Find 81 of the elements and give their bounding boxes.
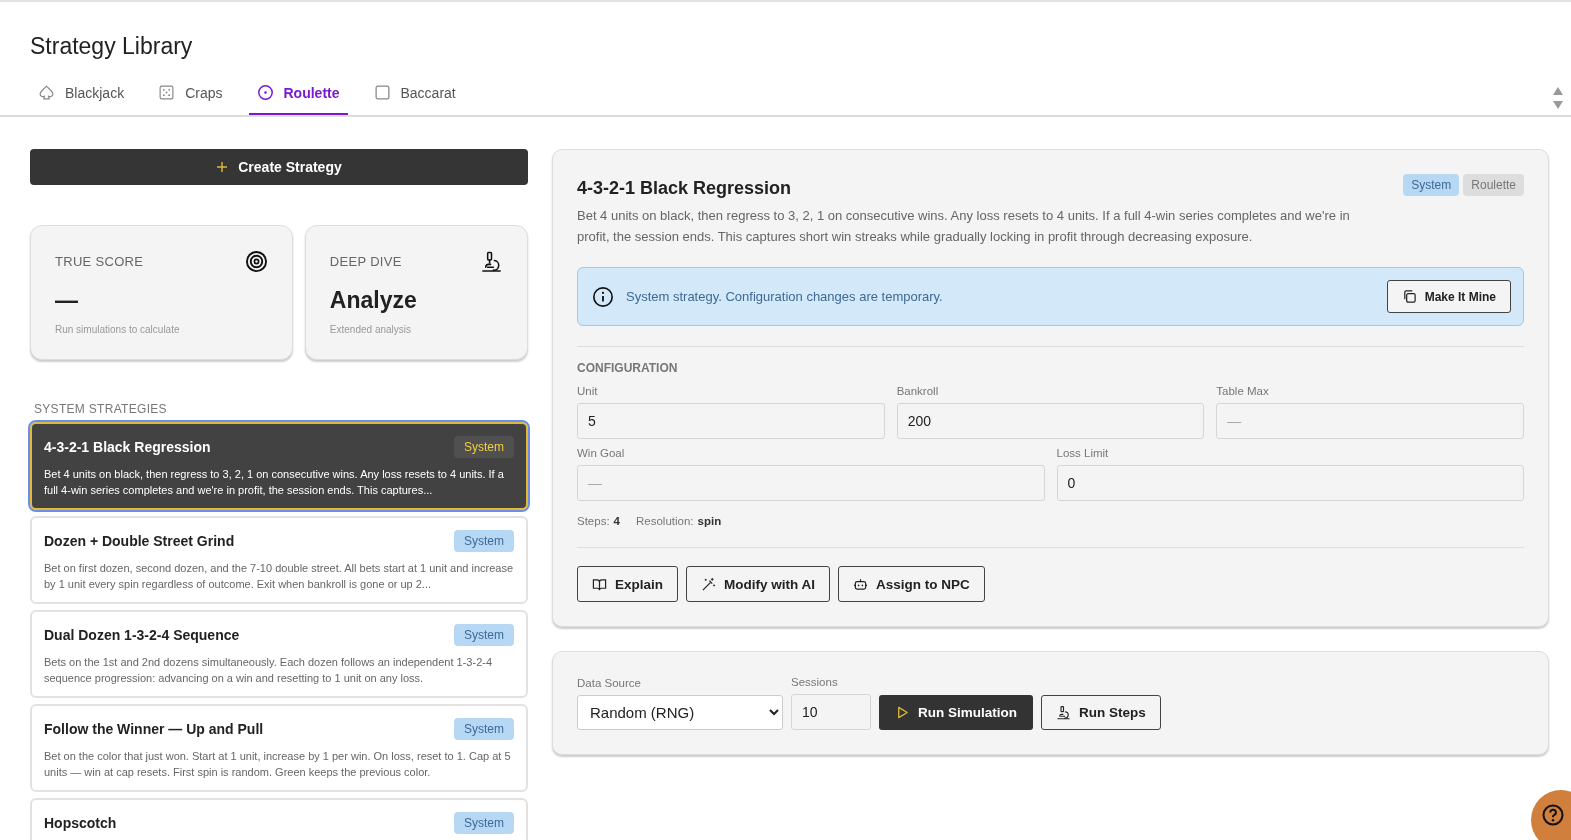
strategy-name: Dual Dozen 1-3-2-4 Sequence: [44, 627, 240, 643]
action-button[interactable]: Assign to NPC: [838, 566, 985, 602]
field-label: Table Max: [1216, 385, 1270, 397]
action-button[interactable]: Explain: [577, 566, 678, 602]
run-steps-button[interactable]: Run Steps: [1041, 695, 1161, 730]
roulette-icon: [256, 84, 274, 101]
robot-icon: [853, 576, 868, 592]
strategy-name: Follow the Winner — Up and Pull: [44, 721, 264, 737]
strategy-name: 4-3-2-1 Black Regression: [44, 439, 211, 455]
stat-label: TRUE SCORE: [55, 254, 144, 269]
strategy-item[interactable]: Hopscotch System: [30, 798, 528, 840]
microscope-icon: [1056, 705, 1071, 720]
tag: System: [1403, 174, 1460, 196]
strategy-description: Bets on the 1st and 2nd dozens simultaneously. Each dozen follows an independent 1-3-2-4 sequence progression: advancing on a win and resetting to 1 unit on any loss.: [44, 655, 494, 686]
system-badge: System: [454, 624, 514, 646]
strategy-item[interactable]: [30, 610, 528, 698]
action-button[interactable]: Modify with AI: [686, 566, 830, 602]
input-field[interactable]: 0: [1056, 465, 1524, 501]
create-strategy-button[interactable]: Create Strategy: [30, 149, 528, 185]
field-label: Loss Limit: [1056, 447, 1110, 459]
make-it-mine-button[interactable]: Make It Mine: [1386, 280, 1511, 313]
strategy-description: Bet on first dozen, second dozen, and the 7-10 double street. All bets start at 1 unit and increase by 1 unit every spin regardless of outcome. Exit when bankroll is gone or up 2...: [44, 561, 514, 592]
info-icon: [592, 285, 614, 308]
tab[interactable]: Baccarat: [365, 74, 464, 115]
book-icon: [592, 576, 607, 592]
tab[interactable]: Blackjack: [30, 74, 133, 115]
system-badge: System: [454, 812, 514, 834]
stat-card[interactable]: TRUE SCORE — Run simulations to calculate: [30, 225, 293, 360]
tag: Roulette: [1463, 174, 1524, 196]
stat-note: Extended analysis: [329, 324, 413, 335]
scroll-down-icon[interactable]: [1553, 101, 1563, 109]
system-badge: System: [454, 530, 514, 552]
system-badge: System: [454, 436, 514, 458]
input-field[interactable]: 200: [896, 403, 1205, 439]
stat-label: DEEP DIVE: [329, 254, 402, 269]
section-label: CONFIGURATION: [577, 361, 679, 375]
tab[interactable]: Roulette: [248, 74, 348, 115]
microscope-icon: [480, 250, 503, 273]
strategy-description: Bet 4 units on black, then regress to 3, 2, 1 on consecutive wins. Any loss resets to 4 units. If a full 4-win series completes and we're in profit, the session ends. This captures...: [44, 467, 505, 498]
sessions-field[interactable]: 10: [791, 694, 871, 730]
input-field[interactable]: —: [1216, 403, 1524, 439]
scroll-up-icon[interactable]: [1553, 87, 1563, 95]
spade-icon: [38, 84, 55, 101]
page-title: Strategy Library: [30, 32, 194, 60]
field-label: Win Goal: [577, 447, 626, 459]
stat-value: —: [55, 287, 79, 314]
card-icon: [373, 84, 391, 101]
strategy-description: Bet on the color that just won. Start at 1 unit, increase by 1 per win. On loss, reset to 1. Cap at 5 units — win at cap resets. First spin is random. Green keeps the previous color.: [44, 749, 512, 780]
field-label: Unit: [577, 385, 599, 397]
meta-label: Steps:: [577, 515, 610, 527]
field-label: Sessions: [791, 676, 839, 688]
meta-label: Resolution:: [636, 515, 694, 527]
stat-value: Analyze: [329, 287, 418, 314]
plus-icon: [216, 161, 229, 173]
system-badge: System: [454, 718, 514, 740]
meta-value: spin: [697, 515, 722, 527]
stat-card[interactable]: DEEP DIVE Analyze Extended analysis: [304, 225, 528, 360]
dice-icon: [158, 84, 176, 101]
tab[interactable]: Craps: [150, 74, 231, 115]
stat-note: Run simulations to calculate: [55, 324, 181, 335]
strategy-name: Dozen + Double Street Grind: [44, 533, 235, 549]
field-label: Bankroll: [896, 385, 940, 397]
input-field[interactable]: —: [577, 465, 1045, 501]
meta-value: 4: [613, 515, 620, 527]
notice-text: System strategy. Configuration changes are temporary.: [626, 289, 944, 304]
strategy-item[interactable]: [30, 704, 528, 792]
strategy-item[interactable]: [30, 422, 528, 510]
input-field[interactable]: 5: [577, 403, 885, 439]
strategy-description: Bet 4 units on black, then regress to 3, 2, 1 on consecutive wins. Any loss resets to 4 units. If a full 4-win series completes and we're in profit, the session ends. This captures short win streaks while gradually locking in profit through decreasing exposure.: [577, 207, 1351, 246]
target-icon: [244, 250, 268, 273]
field-label: Data Source: [577, 677, 642, 689]
strategy-title: 4-3-2-1 Black Regression: [577, 178, 793, 199]
magic-wand-icon: [701, 576, 716, 592]
data-source-select[interactable]: Random (RNG): [577, 695, 783, 730]
strategy-name: Hopscotch: [44, 815, 117, 831]
help-icon: [1541, 803, 1565, 827]
copy-icon: [1401, 289, 1417, 304]
play-icon: [895, 705, 910, 720]
strategy-item[interactable]: [30, 516, 528, 604]
run-simulation-button[interactable]: Run Simulation: [879, 695, 1033, 730]
section-label: SYSTEM STRATEGIES: [34, 402, 168, 416]
